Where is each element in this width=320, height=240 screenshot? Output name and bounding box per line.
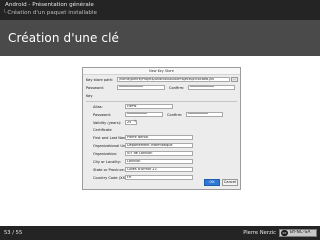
org-unit-label: Organizational Unit: <box>93 144 129 148</box>
dialog-title: New Key Store <box>83 68 240 75</box>
key-password-label: Password: <box>93 113 111 117</box>
keystore-confirm-label: Confirm: <box>169 86 185 90</box>
subsection-title: └Création d'un paquet installable <box>3 10 97 16</box>
state-field[interactable]: Côtes d'Armor 22 <box>125 167 193 172</box>
org-unit-field[interactable]: Département Informatique <box>125 143 193 148</box>
frame-title: Création d'une clé <box>8 31 120 45</box>
validity-spinner-icon[interactable]: ⇕ <box>133 120 137 125</box>
license-text: BY-NC-SA <box>290 230 311 235</box>
alias-label: Alias: <box>93 105 103 109</box>
header-bar: Android - Présentation générale └Créatio… <box>0 0 320 20</box>
first-last-name-field[interactable]: Pierre Nerzic <box>125 135 193 140</box>
city-label: City or Locality: <box>93 160 121 164</box>
key-password-field[interactable]: •••••••••• <box>125 112 163 117</box>
certificate-label: Certificate <box>93 128 112 132</box>
country-code-field[interactable]: FR <box>125 175 193 180</box>
key-section-divider <box>86 101 237 102</box>
keystore-password-field[interactable]: •••••••••••• <box>117 85 165 90</box>
tree-branch-icon: └ <box>3 10 7 16</box>
browse-button[interactable]: ... <box>231 77 238 82</box>
section-title: Android - Présentation générale <box>5 2 94 8</box>
new-key-store-dialog: New Key Store Key store path: /home/pier… <box>82 67 241 190</box>
footer-bar: 53 / 55 Pierre Nerzic cc BY-NC-SA <box>0 226 320 240</box>
keystore-password-label: Password: <box>86 86 104 90</box>
key-confirm-label: Confirm: <box>167 113 183 117</box>
alias-field[interactable]: clePN <box>125 104 173 109</box>
keystore-confirm-field[interactable]: •••••••••••• <box>188 85 235 90</box>
frame-title-bar: Création d'une clé <box>0 20 320 56</box>
city-field[interactable]: Lannion <box>125 159 193 164</box>
key-section-label: Key <box>86 94 93 98</box>
validity-label: Validity (years): <box>93 121 122 125</box>
keystore-path-label: Key store path: <box>86 78 114 82</box>
organization-field[interactable]: IUT de Lannion <box>125 151 193 156</box>
subsection-label: Création d'un paquet installable <box>7 10 97 16</box>
state-label: State or Province: <box>93 168 125 172</box>
author-name: Pierre Nerzic <box>243 230 276 236</box>
key-confirm-field[interactable]: •••••••••• <box>186 112 223 117</box>
license-badge: cc BY-NC-SA <box>279 229 317 237</box>
cancel-button[interactable]: Cancel <box>222 179 238 186</box>
ok-button[interactable]: OK <box>204 179 220 186</box>
keystore-path-field[interactable]: /home/pierre/Projets/AndroidStudioProjec… <box>117 77 230 82</box>
organization-label: Organization: <box>93 152 118 156</box>
creative-commons-icon: cc <box>281 230 288 236</box>
page-number: 53 / 55 <box>4 230 23 236</box>
country-code-label: Country Code (XX): <box>93 176 128 180</box>
